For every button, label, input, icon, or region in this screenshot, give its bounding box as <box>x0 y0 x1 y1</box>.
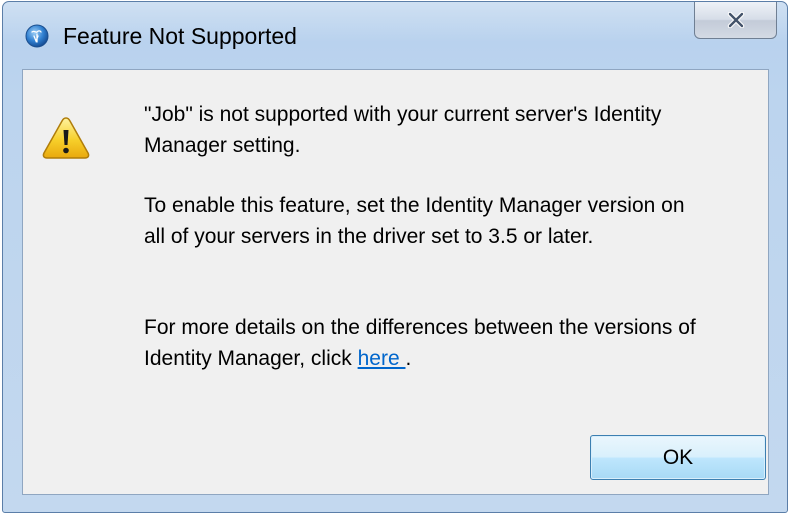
warning-icon <box>42 116 90 160</box>
window-title: Feature Not Supported <box>63 23 297 49</box>
message-line-6-suffix: . <box>405 347 412 370</box>
message-line-5: For more details on the differences betw… <box>144 316 696 339</box>
message-line-2: Manager setting. <box>144 134 301 157</box>
ok-button[interactable]: OK <box>590 435 766 480</box>
message-line-3: To enable this feature, set the Identity… <box>144 194 685 217</box>
message-line-6-prefix: Identity Manager, click <box>144 347 358 370</box>
dialog-window: Feature Not Supported "Job" is not suppo… <box>2 1 788 513</box>
message-line-1: "Job" is not supported with your current… <box>144 103 662 126</box>
message-paragraph-1: "Job" is not supported with your current… <box>144 99 661 161</box>
here-link[interactable]: here <box>358 347 406 370</box>
title-bar[interactable]: Feature Not Supported <box>3 2 787 70</box>
dialog-content: "Job" is not supported with your current… <box>22 69 769 495</box>
close-button[interactable] <box>694 2 777 39</box>
message-paragraph-3: For more details on the differences betw… <box>144 312 696 374</box>
message-paragraph-2: To enable this feature, set the Identity… <box>144 190 685 252</box>
app-globe-icon <box>25 24 49 48</box>
message-line-4: all of your servers in the driver set to… <box>144 225 594 248</box>
